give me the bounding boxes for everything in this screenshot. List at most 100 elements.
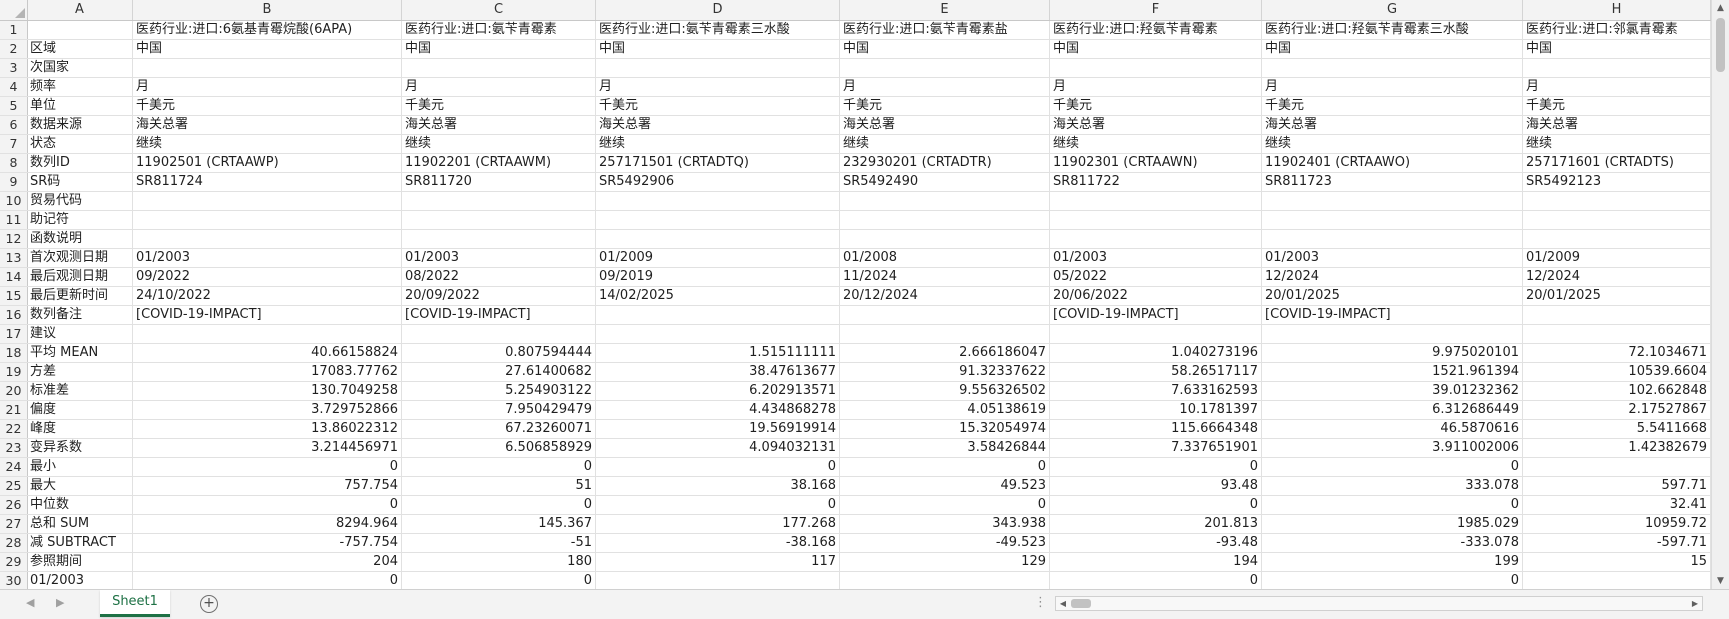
cell-f7[interactable]: 继续 [1050, 135, 1262, 153]
cell-a16[interactable]: 数列备注 [27, 306, 133, 324]
row-header[interactable]: 5 [0, 97, 28, 115]
cell-h15[interactable]: 20/01/2025 [1523, 287, 1711, 305]
cell-b12[interactable] [133, 230, 402, 248]
cell-g12[interactable] [1262, 230, 1523, 248]
cell-a12[interactable]: 函数说明 [27, 230, 133, 248]
cell-a19[interactable]: 方差 [27, 363, 133, 381]
cell-g26[interactable]: 0 [1262, 496, 1523, 514]
cell-a2[interactable]: 区域 [27, 40, 133, 58]
cell-d6[interactable]: 海关总署 [596, 116, 840, 134]
cell-f12[interactable] [1050, 230, 1262, 248]
cell-g5[interactable]: 千美元 [1262, 97, 1523, 115]
cell-d13[interactable]: 01/2009 [596, 249, 840, 267]
cell-c5[interactable]: 千美元 [402, 97, 596, 115]
cell-f11[interactable] [1050, 211, 1262, 229]
scroll-up-arrow-icon[interactable]: ▲ [1712, 0, 1729, 16]
column-header-e[interactable]: E [840, 0, 1050, 20]
cell-h29[interactable]: 15 [1523, 553, 1711, 571]
cell-b4[interactable]: 月 [133, 78, 402, 96]
cell-b15[interactable]: 24/10/2022 [133, 287, 402, 305]
cell-e23[interactable]: 3.58426844 [840, 439, 1050, 457]
cell-c29[interactable]: 180 [402, 553, 596, 571]
row-header[interactable]: 26 [0, 496, 28, 514]
cell-e18[interactable]: 2.666186047 [840, 344, 1050, 362]
cell-a8[interactable]: 数列ID [27, 154, 133, 172]
cell-f18[interactable]: 1.040273196 [1050, 344, 1262, 362]
cell-f5[interactable]: 千美元 [1050, 97, 1262, 115]
cell-a26[interactable]: 中位数 [27, 496, 133, 514]
cell-d17[interactable] [596, 325, 840, 343]
cell-b23[interactable]: 3.214456971 [133, 439, 402, 457]
cell-e8[interactable]: 232930201 (CRTADTR) [840, 154, 1050, 172]
cell-b13[interactable]: 01/2003 [133, 249, 402, 267]
cell-g23[interactable]: 3.911002006 [1262, 439, 1523, 457]
cell-d24[interactable]: 0 [596, 458, 840, 476]
cell-b1[interactable]: 医药行业:进口:6氨基青霉烷酸(6APA) [133, 21, 402, 39]
cell-h4[interactable]: 月 [1523, 78, 1711, 96]
cell-g29[interactable]: 199 [1262, 553, 1523, 571]
cell-a23[interactable]: 变异系数 [27, 439, 133, 457]
cell-a5[interactable]: 单位 [27, 97, 133, 115]
row-header[interactable]: 4 [0, 78, 28, 96]
cell-e5[interactable]: 千美元 [840, 97, 1050, 115]
cell-e22[interactable]: 15.32054974 [840, 420, 1050, 438]
add-sheet-icon[interactable]: + [200, 595, 218, 613]
cell-c15[interactable]: 20/09/2022 [402, 287, 596, 305]
cell-h27[interactable]: 10959.72 [1523, 515, 1711, 533]
cell-d9[interactable]: SR5492906 [596, 173, 840, 191]
cell-h14[interactable]: 12/2024 [1523, 268, 1711, 286]
cell-a21[interactable]: 偏度 [27, 401, 133, 419]
cell-d29[interactable]: 117 [596, 553, 840, 571]
cell-g2[interactable]: 中国 [1262, 40, 1523, 58]
row-header[interactable]: 14 [0, 268, 28, 286]
cell-h13[interactable]: 01/2009 [1523, 249, 1711, 267]
cell-e19[interactable]: 91.32337622 [840, 363, 1050, 381]
cell-f26[interactable]: 0 [1050, 496, 1262, 514]
row-header[interactable]: 13 [0, 249, 28, 267]
cell-h1[interactable]: 医药行业:进口:邻氯青霉素 [1523, 21, 1711, 39]
cell-h18[interactable]: 72.1034671 [1523, 344, 1711, 362]
cell-g17[interactable] [1262, 325, 1523, 343]
cell-g9[interactable]: SR811723 [1262, 173, 1523, 191]
cell-b6[interactable]: 海关总署 [133, 116, 402, 134]
cell-c3[interactable] [402, 59, 596, 77]
cell-c17[interactable] [402, 325, 596, 343]
cell-f6[interactable]: 海关总署 [1050, 116, 1262, 134]
cell-e11[interactable] [840, 211, 1050, 229]
cell-h2[interactable]: 中国 [1523, 40, 1711, 58]
vertical-scroll-thumb[interactable] [1716, 18, 1725, 72]
cell-f29[interactable]: 194 [1050, 553, 1262, 571]
row-header[interactable]: 19 [0, 363, 28, 381]
cell-d5[interactable]: 千美元 [596, 97, 840, 115]
cell-e15[interactable]: 20/12/2024 [840, 287, 1050, 305]
cell-d27[interactable]: 177.268 [596, 515, 840, 533]
cell-e3[interactable] [840, 59, 1050, 77]
cell-b5[interactable]: 千美元 [133, 97, 402, 115]
cell-h16[interactable] [1523, 306, 1711, 324]
cell-d7[interactable]: 继续 [596, 135, 840, 153]
row-header[interactable]: 24 [0, 458, 28, 476]
cell-c9[interactable]: SR811720 [402, 173, 596, 191]
column-header-g[interactable]: G [1262, 0, 1523, 20]
cell-e26[interactable]: 0 [840, 496, 1050, 514]
cell-e20[interactable]: 9.556326502 [840, 382, 1050, 400]
cell-d11[interactable] [596, 211, 840, 229]
cell-a6[interactable]: 数据来源 [27, 116, 133, 134]
row-header[interactable]: 30 [0, 572, 28, 589]
cell-h9[interactable]: SR5492123 [1523, 173, 1711, 191]
cell-c27[interactable]: 145.367 [402, 515, 596, 533]
cell-f9[interactable]: SR811722 [1050, 173, 1262, 191]
cell-d26[interactable]: 0 [596, 496, 840, 514]
cell-g10[interactable] [1262, 192, 1523, 210]
row-header[interactable]: 1 [0, 21, 28, 39]
cell-f19[interactable]: 58.26517117 [1050, 363, 1262, 381]
cell-a10[interactable]: 贸易代码 [27, 192, 133, 210]
cell-a14[interactable]: 最后观测日期 [27, 268, 133, 286]
cell-a1[interactable] [27, 21, 133, 39]
cell-g30[interactable]: 0 [1262, 572, 1523, 589]
row-header[interactable]: 9 [0, 173, 28, 191]
column-header-b[interactable]: B [133, 0, 402, 20]
row-header[interactable]: 12 [0, 230, 28, 248]
cell-d1[interactable]: 医药行业:进口:氨苄青霉素三水酸 [596, 21, 840, 39]
cell-g1[interactable]: 医药行业:进口:羟氨苄青霉素三水酸 [1262, 21, 1523, 39]
